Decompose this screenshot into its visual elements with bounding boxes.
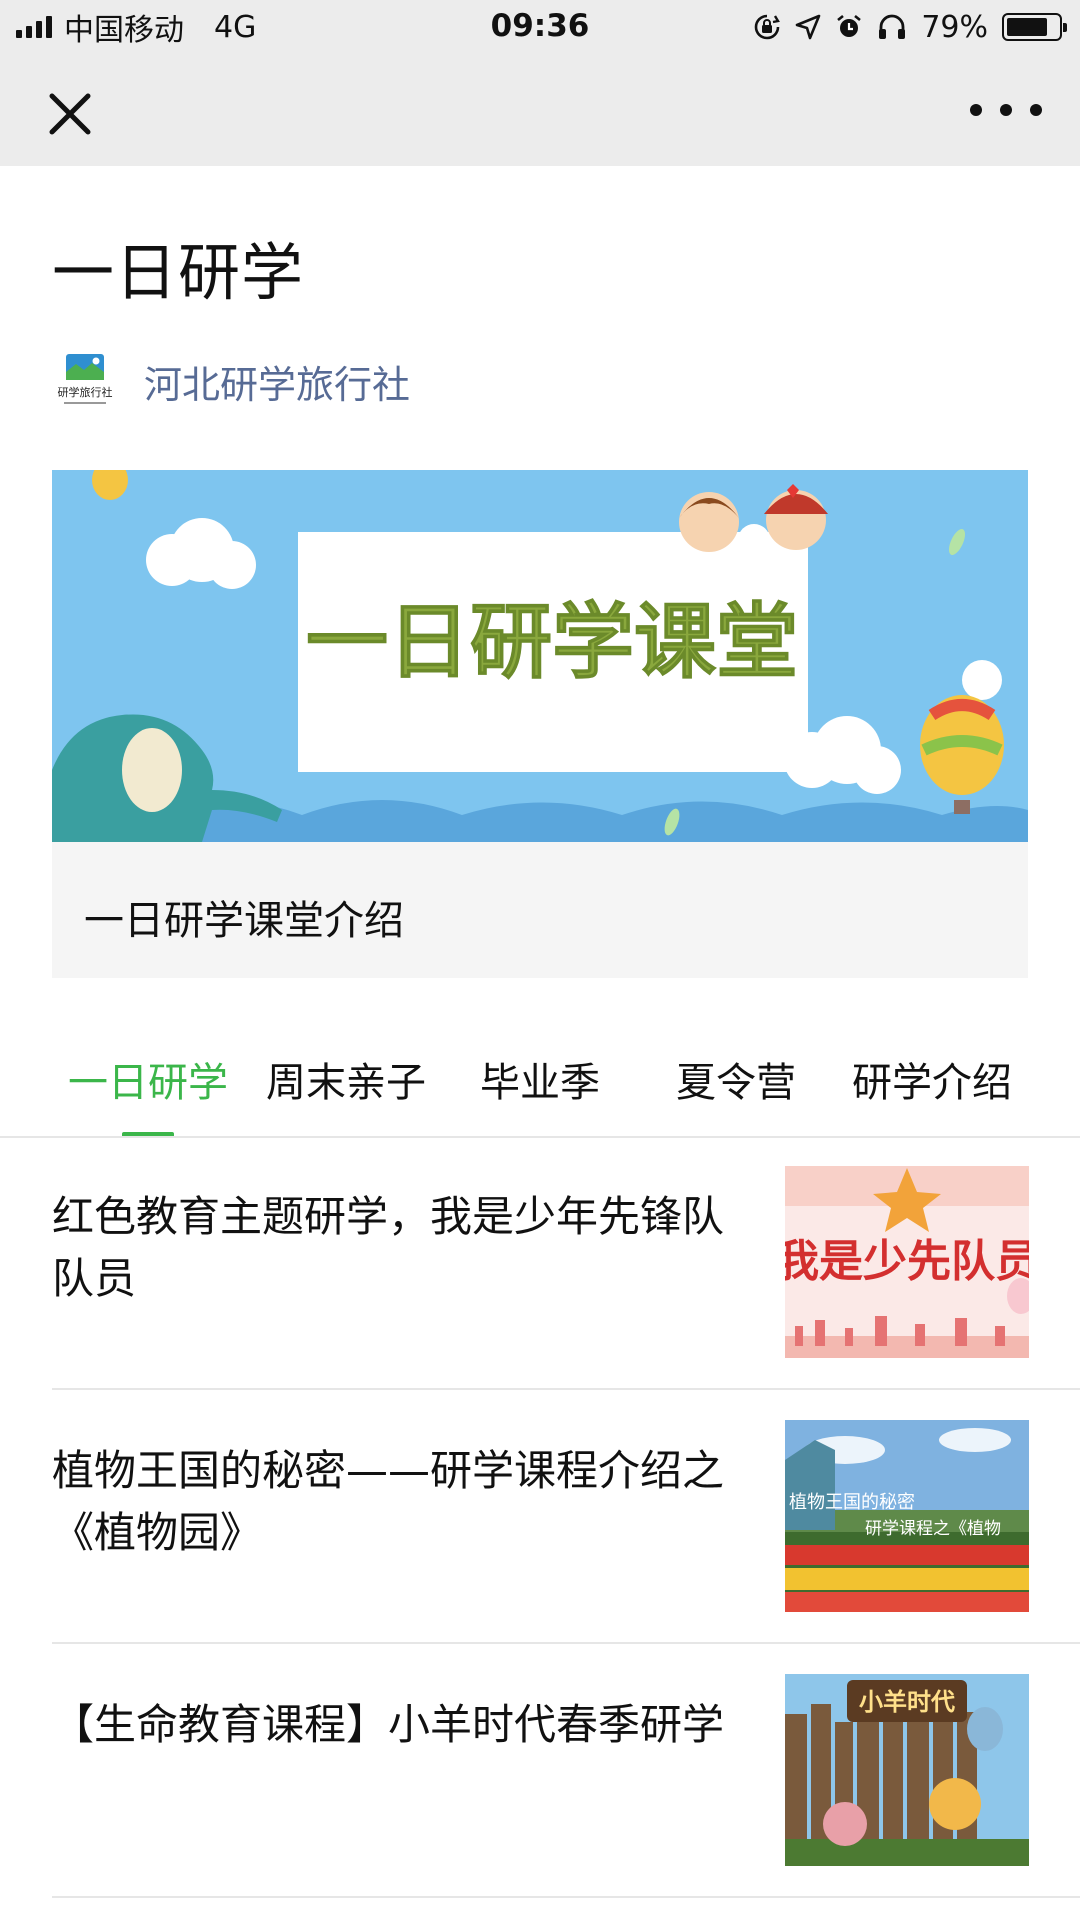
page-title: 一日研学 xyxy=(52,236,305,309)
tab-weekend-family[interactable]: 周末亲子 xyxy=(266,1050,426,1108)
battery-fill xyxy=(1007,18,1047,36)
banner-caption: 一日研学课堂介绍 xyxy=(84,898,404,944)
battery-percent: 79% xyxy=(921,9,988,45)
alarm-icon xyxy=(837,14,862,37)
account-logo-text: 研学旅行社 xyxy=(58,385,113,399)
tab-summer-camp[interactable]: 夏令营 xyxy=(676,1050,796,1108)
thumb-text: 小羊时代 xyxy=(859,1688,955,1716)
thumb-text: 研学课程之《植物 xyxy=(865,1519,1001,1539)
article-title: 植物王国的秘密——研学课程介绍之《植物园》 xyxy=(52,1446,725,1557)
more-icon-dot xyxy=(1000,104,1012,116)
more-icon xyxy=(970,104,982,116)
more-button[interactable] xyxy=(970,92,1042,128)
close-icon xyxy=(49,93,91,135)
tab-graduation-season[interactable]: 毕业季 xyxy=(480,1050,600,1108)
banner-image: 一日研学课堂 xyxy=(52,470,1028,842)
article-thumbnail: 小羊时代 xyxy=(785,1674,1029,1866)
close-button[interactable] xyxy=(40,84,100,144)
battery-icon xyxy=(1002,13,1067,41)
tab-one-day-study[interactable]: 一日研学 xyxy=(68,1050,228,1108)
more-icon-dot xyxy=(1030,104,1042,116)
article-divider xyxy=(52,1896,1080,1898)
tab-bar: 一日研学 周末亲子 毕业季 夏令营 研学介绍 xyxy=(52,1040,1028,1140)
article-thumbnail: 植物王国的秘密 研学课程之《植物 xyxy=(785,1420,1029,1612)
account-name[interactable]: 河北研学旅行社 xyxy=(144,354,410,409)
account-link[interactable]: 研学旅行社 河北研学旅行社 xyxy=(52,350,410,412)
headphones-icon xyxy=(879,14,906,39)
article-item[interactable]: 红色教育主题研学，我是少年先锋队队员 我是少先队员 xyxy=(52,1136,1080,1390)
tab-study-intro[interactable]: 研学介绍 xyxy=(852,1050,1012,1108)
account-logo: 研学旅行社 xyxy=(58,354,113,404)
banner-card[interactable]: 一日研学课堂 一日研学课堂介绍 xyxy=(52,470,1028,978)
banner-image-text: 一日研学课堂 xyxy=(306,595,798,690)
article-thumbnail: 我是少先队员 xyxy=(785,1166,1029,1358)
thumb-text: 我是少先队员 xyxy=(785,1236,1029,1287)
thumb-text: 植物王国的秘密 xyxy=(789,1492,915,1513)
status-right: 79% xyxy=(753,8,1067,46)
status-bar: 中国移动 4G 09:36 79% xyxy=(0,0,1080,54)
article-item[interactable]: 【生命教育课程】小羊时代春季研学 小羊时代 xyxy=(52,1644,1080,1898)
nav-bar xyxy=(0,54,1080,166)
orientation-lock-icon xyxy=(755,14,781,40)
article-title: 红色教育主题研学，我是少年先锋队队员 xyxy=(52,1192,725,1303)
location-icon xyxy=(796,14,821,40)
article-item[interactable]: 植物王国的秘密——研学课程介绍之《植物园》 植物王国的秘密 研学课程之《植物 xyxy=(52,1390,1080,1644)
article-title: 【生命教育课程】小羊时代春季研学 xyxy=(52,1700,725,1749)
